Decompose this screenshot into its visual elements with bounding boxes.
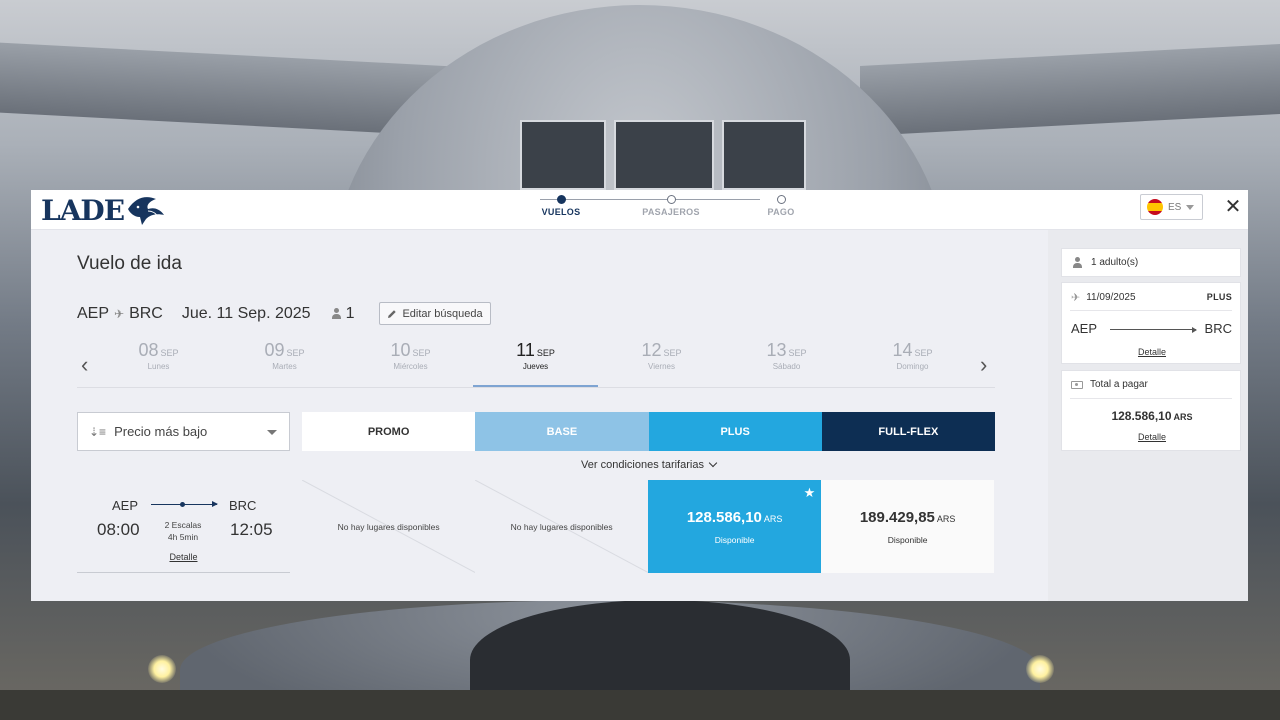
star-icon: ★ [803,485,816,500]
route-arrow [151,501,218,507]
person-icon [1072,257,1082,268]
sort-select[interactable]: ⇣≡ Precio más bajo [77,412,290,451]
date-option[interactable]: 09 SEP Martes [222,340,347,387]
flight-stops: 2 Escalas 4h 5min [153,519,213,543]
passenger-number: 1 [345,304,355,322]
summary-flight-date: 11/09/2025 [1086,292,1136,303]
language-selector[interactable]: ES [1140,194,1203,220]
booking-panel: LADE VUELOS PASAJEROS PAGO ES ✕ Vuelo de… [31,190,1248,601]
fare-promo-unavailable: No hay lugares disponibles [302,480,476,573]
plane-icon: ✈ [1071,292,1081,304]
total-amount: 128.586,10 ARS [1111,409,1193,423]
summary-destination: BRC [1204,321,1232,336]
search-summary: AEP ✈ BRC Jue. 11 Sep. 2025 1 Editar bús… [77,302,491,325]
passenger-count: 1 [331,304,355,323]
fare-header-full-flex: FULL-FLEX [821,412,995,451]
unavailable-label: No hay lugares disponibles [510,521,613,532]
destination-code: BRC [129,304,163,322]
language-code: ES [1168,201,1182,213]
fare-full-flex-status: Disponible [887,534,928,545]
fare-full-flex-option[interactable]: 189.429,85 ARS Disponible [821,480,995,573]
step-pago: PAGO [741,194,821,217]
fare-plus-status: Disponible [714,534,755,545]
origin-code: AEP [77,304,110,322]
summary-detail-link[interactable]: Detalle [1062,347,1242,357]
departure-time: 08:00 [97,520,140,539]
edit-search-button[interactable]: Editar búsqueda [379,302,491,325]
fare-header-base: BASE [475,412,649,451]
fare-type-headers: PROMO BASE PLUS FULL-FLEX [302,412,995,451]
route-arrow [1110,326,1197,333]
chevron-left-icon[interactable]: ‹ [81,354,88,376]
flight-info: AEP BRC 08:00 12:05 2 Escalas 4h 5min De… [77,480,290,573]
date-option-selected[interactable]: 11 SEP Jueves [473,340,598,387]
date-option[interactable]: 08 SEP Lunes [96,340,221,387]
flight-row: AEP BRC 08:00 12:05 2 Escalas 4h 5min De… [77,480,995,573]
total-detail-link[interactable]: Detalle [1062,432,1242,442]
fare-header-plus: PLUS [648,412,822,451]
step-dot [776,195,786,204]
step-label: VUELOS [541,207,581,217]
flight-origin: AEP [112,498,139,513]
sort-icon: ⇣≡ [89,424,107,439]
logo-text: LADE [41,193,125,227]
money-icon [1071,380,1083,389]
person-icon [331,308,341,319]
date-option[interactable]: 14 SEP Domingo [850,340,975,387]
booking-steps: VUELOS PASAJEROS PAGO [521,194,794,228]
step-pasajeros: PASAJEROS [631,194,711,217]
step-vuelos: VUELOS [521,194,601,217]
date-option[interactable]: 13 SEP Sábado [724,340,849,387]
top-bar: LADE VUELOS PASAJEROS PAGO ES ✕ [31,190,1248,230]
passengers-card: 1 adulto(s) [1061,248,1241,277]
spain-flag-icon [1147,199,1163,215]
sort-label: Precio más bajo [114,424,208,439]
fare-plus-price: 128.586,10 ARS [686,508,783,526]
page-title: Vuelo de ida [77,253,182,274]
fare-plus-option[interactable]: ★ 128.586,10 ARS Disponible [648,480,822,573]
summary-fare-tag: PLUS [1206,292,1232,302]
close-icon[interactable]: ✕ [1221,195,1245,219]
step-dot [666,195,676,204]
step-label: PASAJEROS [642,207,700,217]
caret-down-icon [267,430,277,435]
chevron-down-icon [708,458,718,468]
flight-duration: 4h 5min [167,532,199,542]
date-carousel: ‹ 08 SEP Lunes 09 SEP Martes 10 SEP Miércol… [77,340,995,388]
lade-logo[interactable]: LADE [41,190,166,230]
fare-base-unavailable: No hay lugares disponibles [475,480,649,573]
flight-detail-link[interactable]: Detalle [77,552,290,562]
condor-icon [128,197,165,225]
chevron-right-icon[interactable]: › [980,354,987,376]
caret-down-icon [1186,204,1195,210]
search-date: Jue. 11 Sep. 2025 [181,304,311,322]
arrival-time: 12:05 [230,520,273,539]
total-label: Total a pagar [1090,379,1148,390]
fare-header-promo: PROMO [302,412,476,451]
date-option[interactable]: 10 SEP Miércoles [348,340,473,387]
flight-summary-card: ✈ 11/09/2025 PLUS AEP BRC Detalle [1061,282,1241,364]
fare-full-flex-price: 189.429,85 ARS [859,508,956,526]
plane-icon: ✈ [114,306,125,321]
summary-passengers: 1 adulto(s) [1091,257,1139,268]
flight-destination: BRC [229,498,257,513]
stops-count: 2 Escalas [164,520,202,530]
fare-conditions-label: Ver condiciones tarifarias [581,459,704,471]
booking-summary: 1 adulto(s) ✈ 11/09/2025 PLUS AEP BRC De… [1048,230,1248,601]
unavailable-label: No hay lugares disponibles [337,521,440,532]
date-option[interactable]: 12 SEP Viernes [599,340,724,387]
fare-conditions-link[interactable]: Ver condiciones tarifarias [302,458,995,471]
step-dot [556,195,566,204]
pencil-icon [388,309,397,318]
step-label: PAGO [767,207,795,217]
total-card: Total a pagar 128.586,10 ARS Detalle [1061,370,1241,451]
edit-search-label: Editar búsqueda [402,307,483,320]
summary-origin: AEP [1071,321,1098,336]
